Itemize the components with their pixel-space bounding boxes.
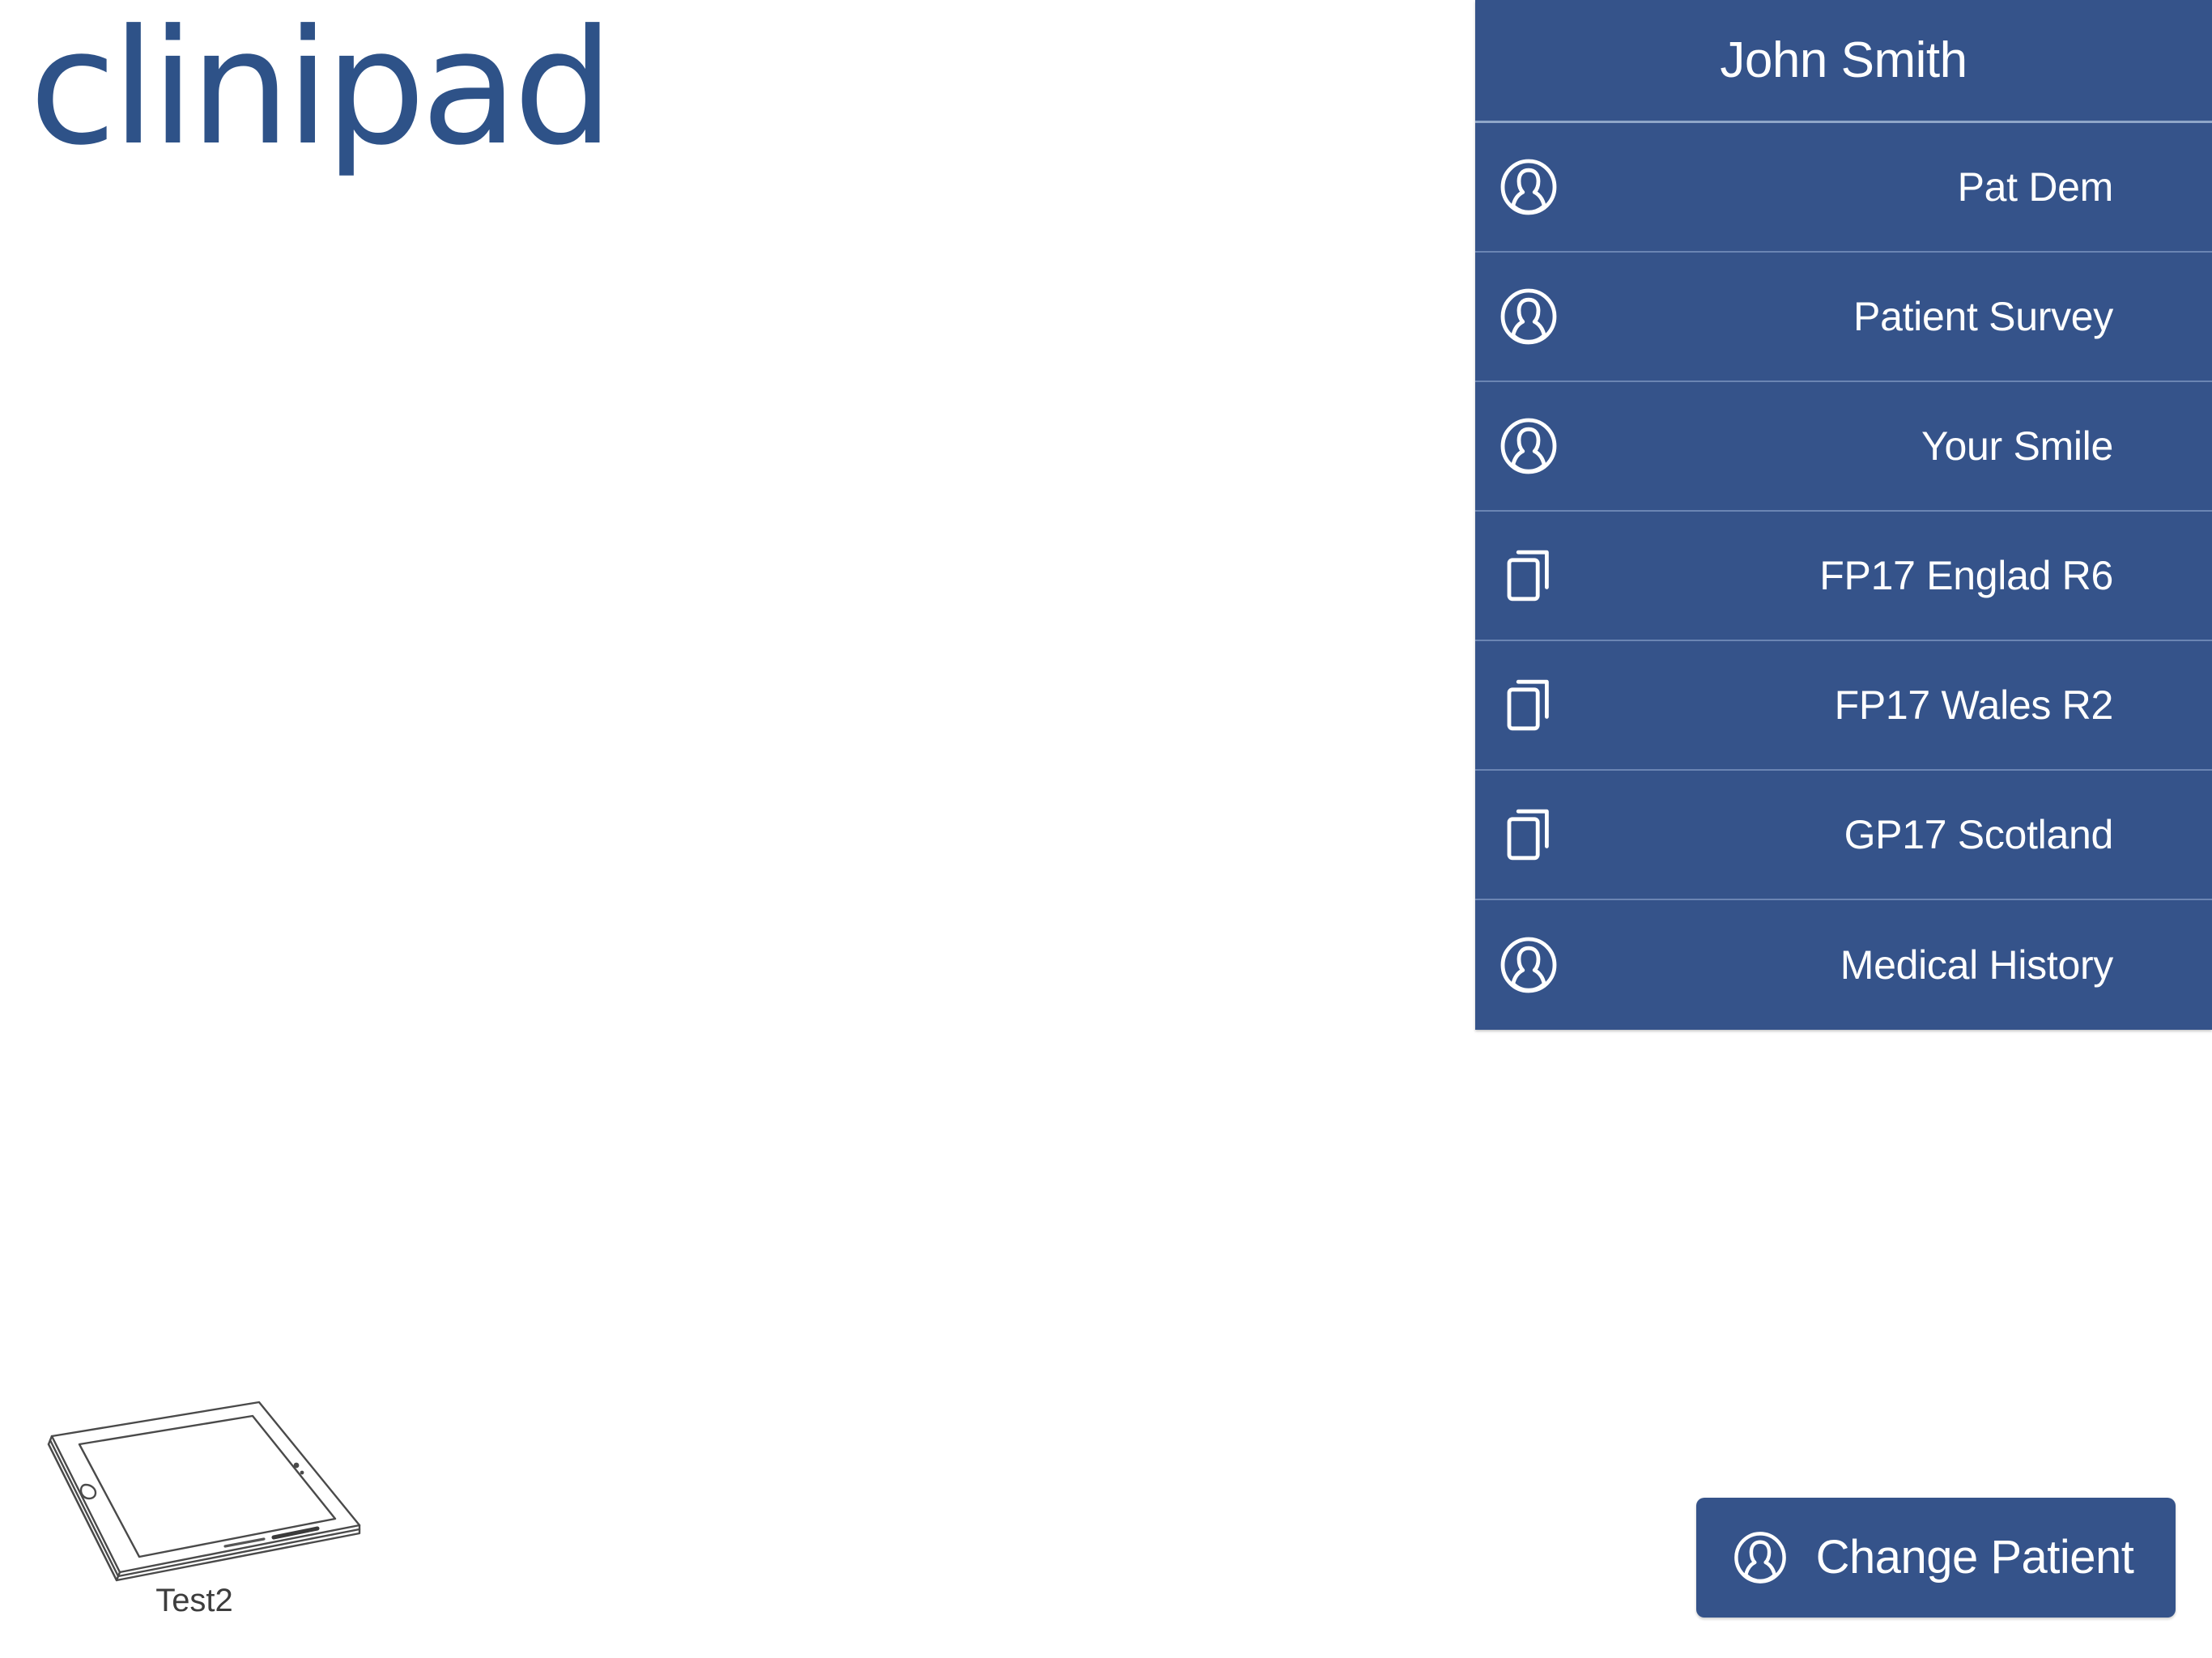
device-label: Test2	[155, 1583, 233, 1618]
panel-row-label: FP17 Wales R2	[1834, 682, 2114, 728]
panel-row-label: Your Smile	[1921, 423, 2113, 469]
documents-icon	[1496, 543, 1561, 608]
panel-row-your-smile[interactable]: Your Smile	[1475, 382, 2212, 512]
person-icon	[1730, 1528, 1790, 1588]
change-patient-label: Change Patient	[1815, 1531, 2134, 1584]
panel-row-patient-survey[interactable]: Patient Survey	[1475, 253, 2212, 382]
panel-row-fp17-england-r6[interactable]: FP17 Englad R6	[1475, 512, 2212, 641]
person-icon	[1496, 284, 1561, 349]
patient-name-header: John Smith	[1475, 0, 2212, 123]
panel-row-label: GP17 Scotland	[1844, 812, 2114, 857]
person-icon	[1496, 414, 1561, 478]
clinipad-logo-text: clinipad	[29, 6, 609, 181]
documents-icon	[1496, 673, 1561, 738]
panel-row-label: Medical History	[1840, 942, 2114, 988]
patient-panel: John Smith Pat Dem Patient Survey Your S…	[1475, 0, 2212, 1030]
panel-row-gp17-scotland[interactable]: GP17 Scotland	[1475, 771, 2212, 900]
panel-row-label: Patient Survey	[1853, 294, 2113, 339]
person-icon	[1496, 155, 1561, 219]
panel-row-label: FP17 Englad R6	[1819, 553, 2113, 598]
clinipad-logo: clinipad	[29, 6, 839, 193]
documents-icon	[1496, 802, 1561, 867]
panel-row-fp17-wales-r2[interactable]: FP17 Wales R2	[1475, 641, 2212, 771]
panel-row-label: Pat Dem	[1957, 164, 2114, 210]
panel-row-pat-dem[interactable]: Pat Dem	[1475, 123, 2212, 253]
person-icon	[1496, 933, 1561, 997]
change-patient-button[interactable]: Change Patient	[1696, 1498, 2176, 1618]
panel-row-medical-history[interactable]: Medical History	[1475, 900, 2212, 1030]
patient-name-text: John Smith	[1720, 32, 1967, 88]
